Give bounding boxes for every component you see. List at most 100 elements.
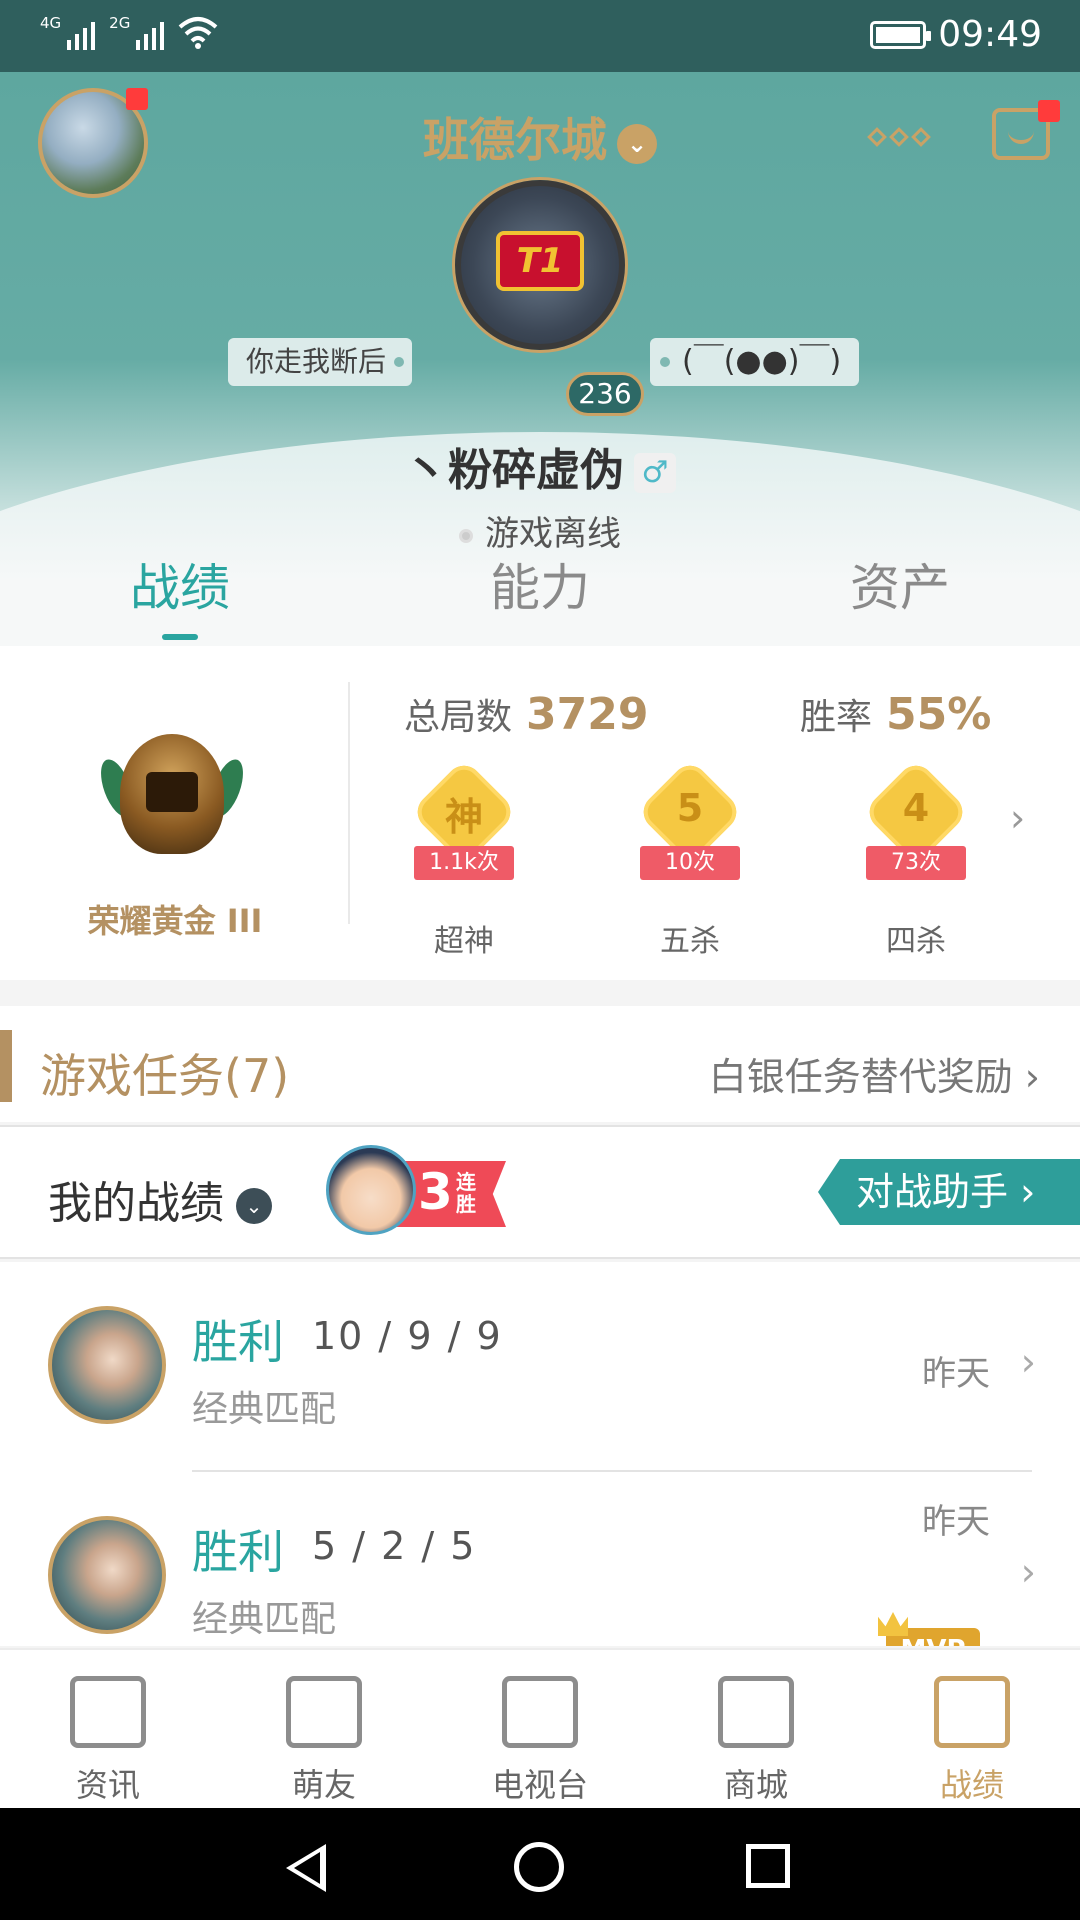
badge-count: 73次 [866, 846, 966, 880]
chevron-right-icon: › [1008, 1170, 1036, 1214]
signature-tag-left: 你走我断后 [228, 338, 413, 386]
status-dot-icon [459, 528, 473, 543]
badge-caption: 超神 [434, 924, 494, 959]
nav-label: 电视台 [491, 1766, 588, 1804]
win-rate-value: 55% [886, 689, 992, 740]
badge-caption: 四杀 [886, 924, 946, 959]
win-streak-badge: 3 连胜 [326, 1145, 510, 1241]
store-icon [718, 1676, 794, 1748]
chevron-right-icon: › [1012, 1055, 1040, 1099]
nickname: 丶粉碎虚伪 ♂ [0, 434, 1080, 498]
badge-pentakill[interactable]: 5 10次 五杀 [630, 758, 750, 959]
badge-quadrakill[interactable]: 4 73次 四杀 [856, 758, 976, 959]
crown-icon [878, 1612, 908, 1636]
signal-2g-icon: 2G [109, 14, 165, 50]
champion-avatar [48, 1306, 166, 1424]
status-bar: 4G 2G 09:49 [0, 0, 1080, 72]
badge-glyph: 5 [676, 786, 704, 830]
mvp-badge: MVP [878, 1612, 980, 1646]
chat-icon[interactable] [992, 100, 1060, 160]
nav-friends[interactable]: 萌友 [216, 1650, 432, 1810]
tasks-link-text: 白银任务替代奖励 [708, 1055, 1013, 1099]
tasks-title: 游戏任务(7) [40, 1049, 290, 1103]
match-time: 昨天 [922, 1502, 990, 1542]
signature-tag-right: (￣(●●)￣) [650, 338, 860, 386]
level-badge: 236 [566, 372, 644, 416]
win-rate-label: 胜率 [800, 697, 873, 738]
chevron-right-icon: › [1020, 1550, 1036, 1594]
signal-2g-label: 2G [109, 14, 131, 32]
match-result: 胜利 [192, 1315, 284, 1369]
badge-glyph: 神 [444, 795, 483, 839]
my-record-label: 我的战绩 [48, 1178, 224, 1229]
profile-tabs: 战绩 能力 资产 [0, 548, 1080, 646]
rank-name: 荣耀黄金 III [87, 902, 263, 940]
chevron-right-icon: › [1020, 1340, 1036, 1384]
tab-record[interactable]: 战绩 [80, 548, 280, 640]
bottom-navigation: 资讯 萌友 电视台 商城 战绩 [0, 1648, 1080, 1808]
tab-ability[interactable]: 能力 [440, 548, 640, 620]
wifi-icon [179, 17, 218, 49]
more-options-icon[interactable] [867, 127, 931, 147]
match-row[interactable]: 胜利 10 / 9 / 9 经典匹配 昨天 › [0, 1262, 1080, 1472]
clock: 09:49 [938, 14, 1042, 55]
badge-count: 10次 [640, 846, 740, 880]
section-accent [0, 1030, 12, 1102]
news-icon [70, 1676, 146, 1748]
match-list: 胜利 10 / 9 / 9 经典匹配 昨天 › 胜利 5 / 2 / 5 经典匹… [0, 1262, 1080, 1646]
server-name: 班德尔城 [423, 113, 607, 167]
rank-emblem-icon[interactable] [94, 724, 250, 864]
champion-avatar [48, 1516, 166, 1634]
stats-card: 荣耀黄金 III 总局数 3729 胜率 55% 神 1.1k次 超神 5 10次 … [0, 646, 1080, 980]
total-games: 总局数 3729 [404, 688, 648, 740]
win-rate: 胜率 55% [800, 688, 991, 740]
game-tasks-row[interactable]: 游戏任务(7) 白银任务替代奖励 › [0, 1006, 1080, 1122]
male-icon: ♂ [634, 453, 676, 493]
match-kda: 5 / 2 / 5 [312, 1524, 477, 1568]
my-record-filter[interactable]: 我的战绩 ⌄ [48, 1167, 272, 1231]
mvp-label: MVP [900, 1635, 965, 1646]
nav-label: 资讯 [75, 1766, 140, 1804]
friends-icon [286, 1676, 362, 1748]
t1-logo-icon: T1 [496, 231, 584, 291]
system-navigation-bar [0, 1808, 1080, 1920]
battle-assistant-button[interactable]: 对战助手 › [818, 1159, 1080, 1225]
back-icon[interactable] [286, 1844, 326, 1892]
nav-record[interactable]: 战绩 [864, 1650, 1080, 1810]
chevron-right-icon[interactable]: › [1010, 796, 1025, 840]
total-games-value: 3729 [526, 689, 649, 740]
streak-avatar [326, 1145, 416, 1235]
match-mode: 经典匹配 [192, 1389, 337, 1430]
signal-4g-label: 4G [40, 14, 62, 32]
match-row[interactable]: 胜利 5 / 2 / 5 经典匹配 昨天 › MVP [0, 1472, 1080, 1646]
badge-legendary[interactable]: 神 1.1k次 超神 [404, 758, 524, 959]
nickname-text: 丶粉碎虚伪 [404, 445, 624, 496]
chat-notification-dot [1038, 100, 1060, 122]
match-result: 胜利 [192, 1525, 284, 1579]
match-time: 昨天 [922, 1354, 990, 1394]
badge-glyph: 4 [902, 786, 930, 830]
tasks-link[interactable]: 白银任务替代奖励 › [709, 1046, 1040, 1101]
team-emblem[interactable]: T1 [455, 180, 625, 350]
nav-label: 战绩 [939, 1766, 1004, 1804]
match-kda: 10 / 9 / 9 [312, 1314, 503, 1358]
tab-assets[interactable]: 资产 [800, 548, 1000, 620]
badge-caption: 五杀 [660, 924, 720, 959]
divider [348, 682, 350, 924]
recent-apps-icon[interactable] [746, 1844, 790, 1888]
nav-label: 萌友 [291, 1766, 356, 1804]
chevron-down-icon: ⌄ [617, 123, 657, 164]
battery-icon [870, 20, 932, 49]
total-games-label: 总局数 [404, 697, 513, 738]
home-icon[interactable] [514, 1842, 564, 1892]
tv-icon [502, 1676, 578, 1748]
nav-label: 商城 [723, 1766, 788, 1804]
nav-store[interactable]: 商城 [648, 1650, 864, 1810]
chevron-down-icon: ⌄ [236, 1188, 272, 1224]
badge-count: 1.1k次 [414, 846, 514, 880]
nav-tv[interactable]: 电视台 [432, 1650, 648, 1810]
streak-number: 3 [418, 1163, 453, 1221]
match-mode: 经典匹配 [192, 1599, 337, 1640]
nav-news[interactable]: 资讯 [0, 1650, 216, 1810]
signal-area: 4G 2G [40, 14, 218, 50]
